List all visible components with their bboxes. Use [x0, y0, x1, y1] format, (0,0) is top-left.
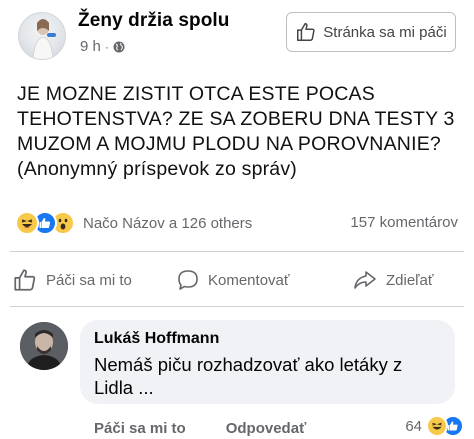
- comment-text-line: Lidla ...: [94, 377, 154, 398]
- comment-reply-button[interactable]: Odpovedať: [226, 420, 307, 437]
- post-text-line: MUZOM A MOJMU PLODU NA POROVNANIE?: [17, 133, 441, 155]
- page-name[interactable]: Ženy držia spolu: [78, 10, 230, 32]
- post-text-line: (Anonymný príspevok zo správ): [17, 158, 297, 180]
- comment-text: Nemáš piču rozhadzovať ako letáky z Lidl…: [94, 353, 441, 399]
- share-button[interactable]: Zdieľať: [352, 262, 434, 298]
- comment-button[interactable]: Komentovať: [176, 262, 290, 298]
- comment-icon: [178, 270, 198, 290]
- post-meta: 9 h ·: [80, 38, 125, 55]
- post-text-line: TEHOTENSTVA? ZE SA ZOBERU DNA TESTY 3: [17, 108, 455, 130]
- haha-icon: [426, 415, 448, 437]
- like-page-label: Stránka sa mi páči: [323, 23, 447, 41]
- commenter-avatar[interactable]: [20, 322, 68, 370]
- post-text: JE MOZNE ZISTIT OTCA ESTE POCAS TEHOTENS…: [17, 82, 462, 182]
- page-avatar[interactable]: [18, 12, 66, 60]
- share-icon: [354, 271, 376, 289]
- globe-icon: [113, 41, 125, 52]
- share-button-label: Zdieľať: [386, 271, 434, 289]
- divider: [10, 306, 464, 307]
- comment-author[interactable]: Lukáš Hoffmann: [94, 330, 441, 348]
- like-button-label: Páči sa mi to: [46, 271, 132, 289]
- comment-reactions[interactable]: 64: [405, 415, 464, 437]
- comment-like-button[interactable]: Páči sa mi to: [94, 420, 186, 437]
- haha-icon: [15, 211, 39, 235]
- avatar-photo-icon: [20, 322, 68, 370]
- divider: [10, 251, 464, 252]
- thumbs-up-icon: [14, 269, 36, 291]
- post-actions: Páči sa mi to Komentovať Zdieľať: [0, 262, 474, 298]
- reaction-names[interactable]: Načo Názov a 126 others: [83, 215, 252, 232]
- like-page-button[interactable]: Stránka sa mi páči: [286, 12, 456, 52]
- like-button[interactable]: Páči sa mi to: [12, 262, 132, 298]
- comment-text-line: Nemáš piču rozhadzovať ako letáky z: [94, 354, 403, 375]
- post-header: Ženy držia spolu 9 h · Stránka sa mi páč…: [0, 0, 474, 70]
- post-text-line: JE MOZNE ZISTIT OTCA ESTE POCAS: [17, 83, 375, 105]
- avatar-photo-icon: [32, 19, 56, 59]
- thumbs-up-icon: [297, 23, 315, 41]
- reactions-summary[interactable]: Načo Názov a 126 others: [15, 210, 252, 236]
- comment-actions: Páči sa mi to Odpovedať: [94, 420, 306, 437]
- comment-button-label: Komentovať: [208, 271, 290, 289]
- comment-reaction-count: 64: [405, 417, 422, 435]
- comment-bubble: Lukáš Hoffmann Nemáš piču rozhadzovať ak…: [80, 320, 455, 404]
- post-time[interactable]: 9 h: [80, 38, 101, 55]
- comment-count[interactable]: 157 komentárov: [350, 214, 458, 231]
- meta-separator: ·: [104, 39, 109, 54]
